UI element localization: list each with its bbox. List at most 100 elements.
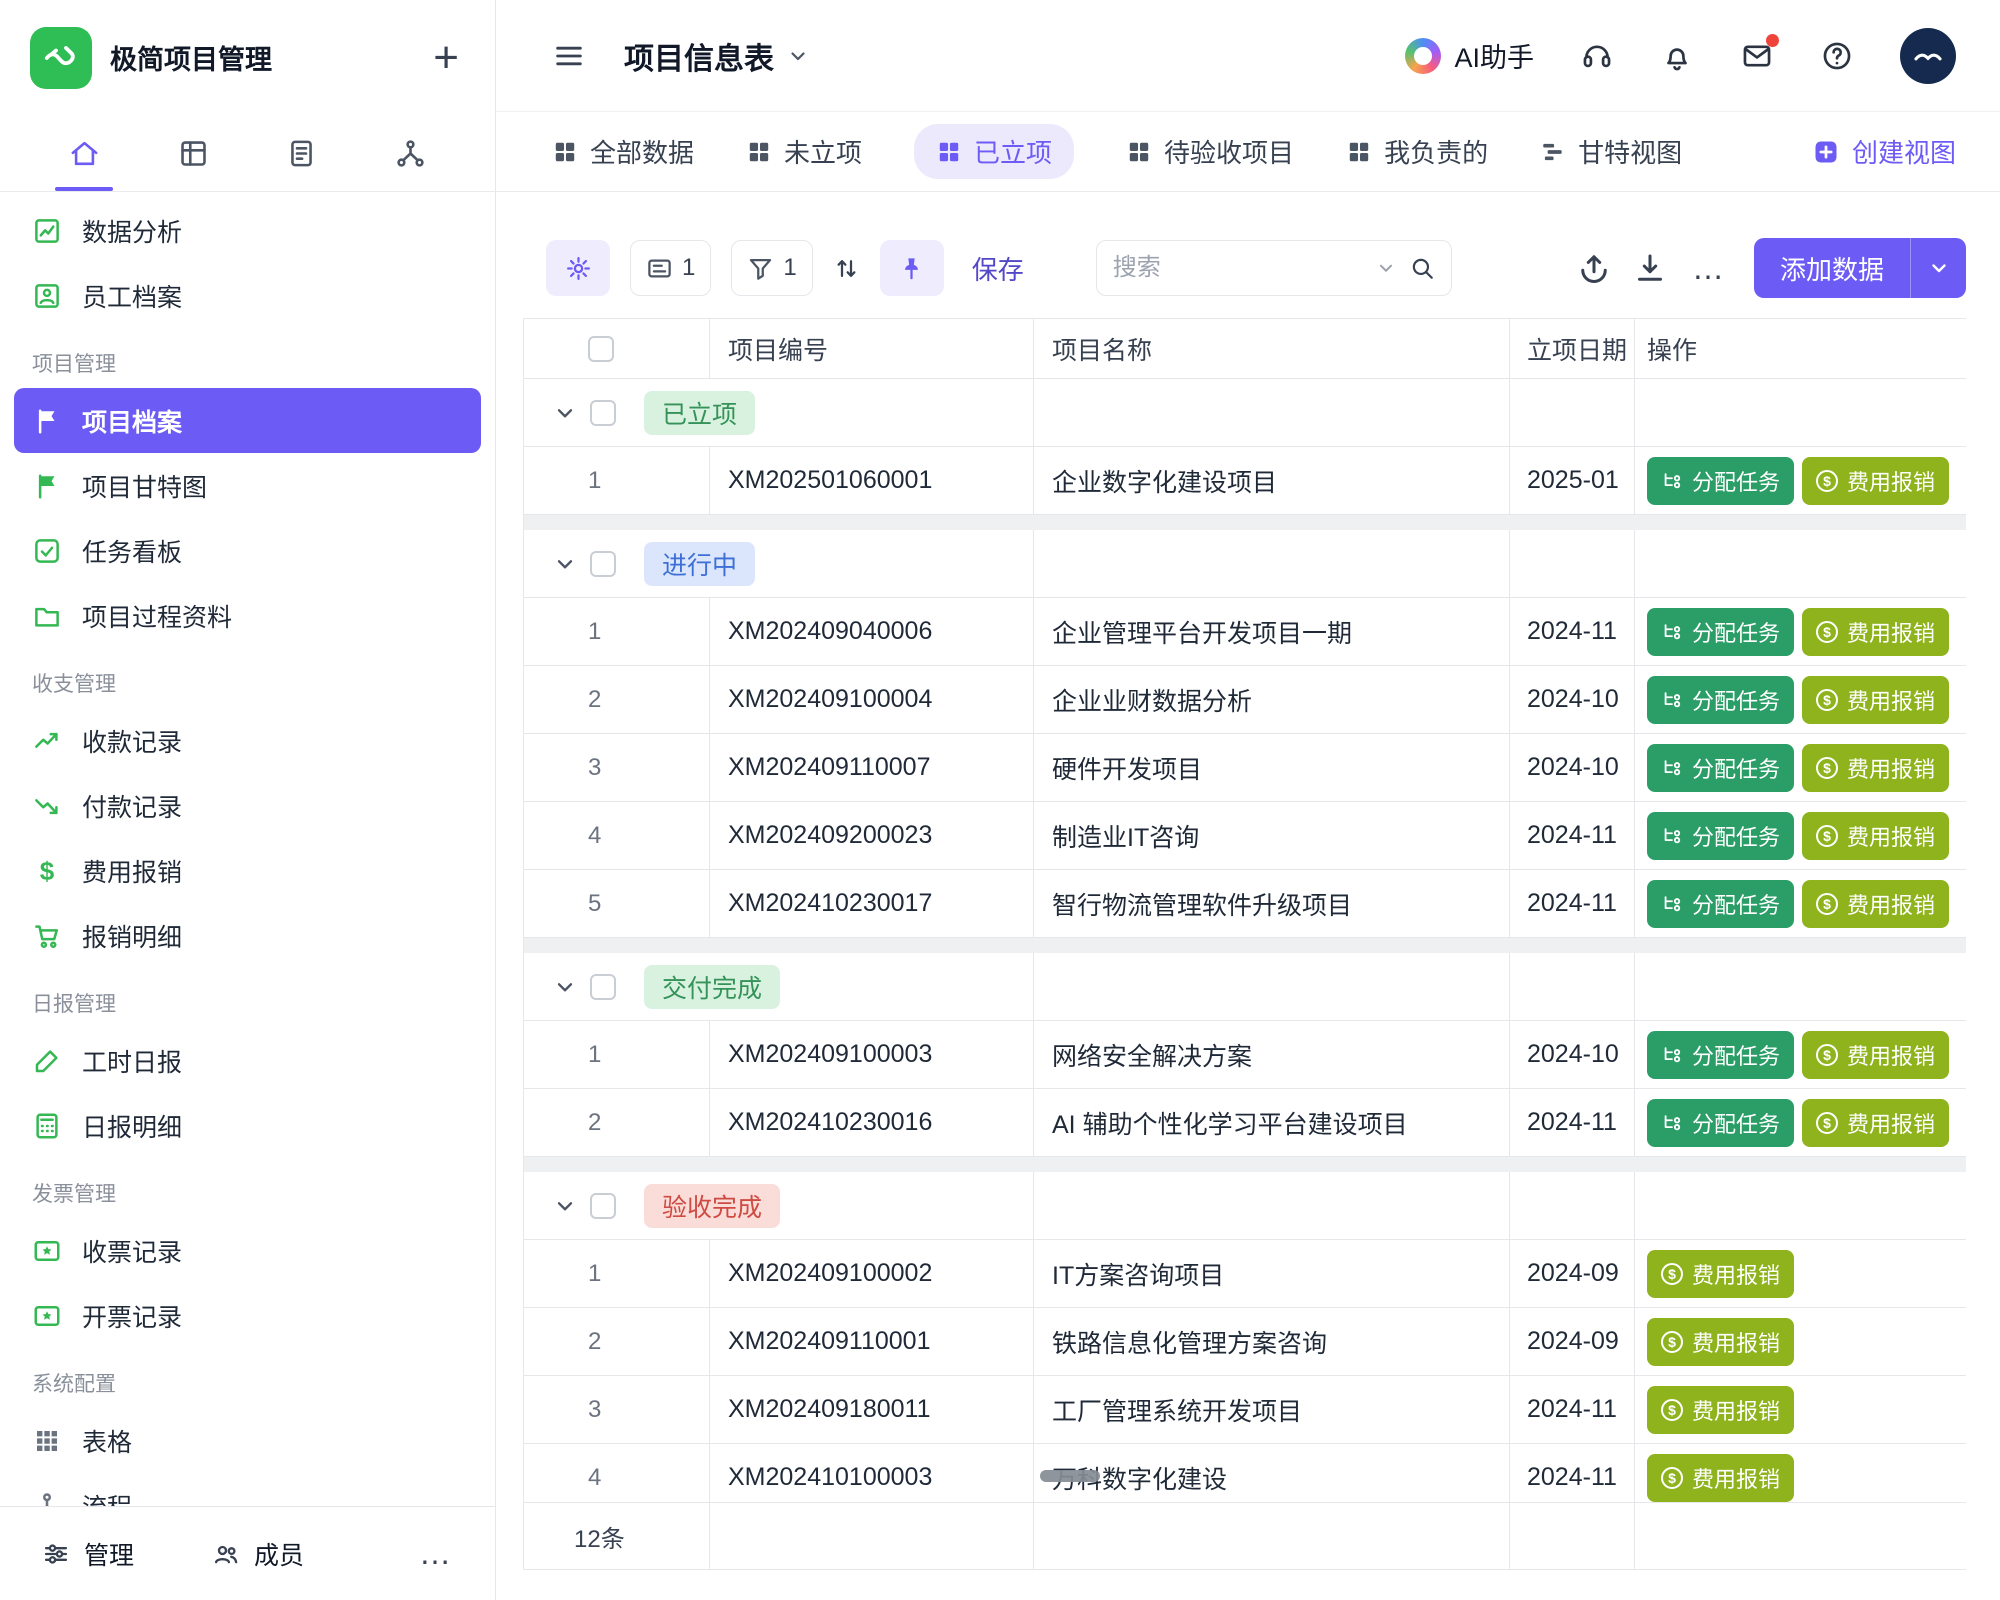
sidebar-item-label: 表格 — [82, 1423, 132, 1459]
group-collapse-chevron-icon[interactable] — [552, 1193, 578, 1219]
sidebar-item-label: 项目过程资料 — [82, 598, 232, 634]
group-collapse-chevron-icon[interactable] — [552, 974, 578, 1000]
expense-button[interactable]: $费用报销 — [1802, 608, 1949, 656]
view-tab[interactable]: 全部数据 — [552, 133, 694, 170]
expense-label: 费用报销 — [1847, 1107, 1935, 1139]
table-row[interactable]: 1XM202409100002IT方案咨询项目2024-09$费用报销 — [524, 1240, 1966, 1308]
view-tab[interactable]: 待验收项目 — [1126, 133, 1294, 170]
expense-button[interactable]: $费用报销 — [1647, 1250, 1794, 1298]
sidebar-item[interactable]: 项目过程资料 — [14, 583, 481, 648]
sort-button[interactable] — [833, 240, 860, 296]
assign-task-button[interactable]: 分配任务 — [1647, 880, 1794, 928]
sidebar-tab-doc[interactable] — [248, 115, 357, 191]
sidebar-tab-nodes[interactable] — [356, 115, 465, 191]
sidebar-item[interactable]: 日报明细 — [14, 1093, 481, 1158]
sidebar-item[interactable]: 报销明细 — [14, 903, 481, 968]
view-tab[interactable]: 未立项 — [746, 133, 862, 170]
help-button[interactable] — [1820, 39, 1854, 73]
sidebar-item[interactable]: 收款记录 — [14, 708, 481, 773]
field-config-button[interactable]: 1 — [630, 240, 711, 296]
members-button[interactable]: 成员 — [212, 1536, 304, 1572]
sidebar-more-button[interactable]: … — [419, 1535, 453, 1572]
group-checkbox[interactable] — [590, 1193, 616, 1219]
sidebar-item[interactable]: 流程 — [14, 1473, 481, 1506]
table-row[interactable]: 1XM202409100003网络安全解决方案2024-10分配任务$费用报销 — [524, 1021, 1966, 1089]
sidebar-item[interactable]: 员工档案 — [14, 263, 481, 328]
upload-button[interactable] — [1576, 250, 1612, 286]
sidebar-item[interactable]: $费用报销 — [14, 838, 481, 903]
expense-button[interactable]: $费用报销 — [1802, 1031, 1949, 1079]
group-collapse-chevron-icon[interactable] — [552, 551, 578, 577]
table-row[interactable]: 1XM202409040006企业管理平台开发项目一期2024-11分配任务$费… — [524, 598, 1966, 666]
table-row[interactable]: 3XM202409110007硬件开发项目2024-10分配任务$费用报销 — [524, 734, 1966, 802]
collapse-sidebar-button[interactable] — [552, 39, 586, 73]
assign-task-button[interactable]: 分配任务 — [1647, 608, 1794, 656]
group-checkbox[interactable] — [590, 974, 616, 1000]
expense-button[interactable]: $费用报销 — [1647, 1318, 1794, 1366]
sidebar-item[interactable]: 付款记录 — [14, 773, 481, 838]
horizontal-scrollbar[interactable] — [1040, 1470, 1100, 1482]
table-row[interactable]: 2XM202409110001铁路信息化管理方案咨询2024-09$费用报销 — [524, 1308, 1966, 1376]
add-data-caret[interactable] — [1910, 238, 1966, 298]
expense-button[interactable]: $费用报销 — [1647, 1454, 1794, 1502]
table-row[interactable]: 1XM202501060001企业数字化建设项目2025-01分配任务$费用报销 — [524, 447, 1966, 515]
view-tab[interactable]: 甘特视图 — [1540, 133, 1682, 170]
filter-button[interactable]: 1 — [731, 240, 812, 296]
create-view-button[interactable]: 创建视图 — [1812, 133, 1956, 170]
assign-task-button[interactable]: 分配任务 — [1647, 744, 1794, 792]
sidebar-item[interactable]: 收票记录 — [14, 1218, 481, 1283]
table-row[interactable]: 5XM202410230017智行物流管理软件升级项目2024-11分配任务$费… — [524, 870, 1966, 938]
expense-button[interactable]: $费用报销 — [1802, 880, 1949, 928]
download-button[interactable] — [1632, 250, 1668, 286]
view-tab[interactable]: 已立项 — [914, 124, 1074, 179]
group-collapse-chevron-icon[interactable] — [552, 400, 578, 426]
view-tab[interactable]: 我负责的 — [1346, 133, 1488, 170]
assign-task-button[interactable]: 分配任务 — [1647, 812, 1794, 860]
user-avatar[interactable] — [1900, 28, 1956, 84]
notifications-button[interactable] — [1660, 39, 1694, 73]
expense-button[interactable]: $费用报销 — [1802, 744, 1949, 792]
add-data-button[interactable]: 添加数据 — [1754, 238, 1966, 298]
expense-button[interactable]: $费用报销 — [1802, 457, 1949, 505]
expense-button[interactable]: $费用报销 — [1802, 1099, 1949, 1147]
ai-assistant-button[interactable]: AI助手 — [1405, 36, 1534, 75]
sidebar-item[interactable]: 表格 — [14, 1408, 481, 1473]
sidebar-item[interactable]: 任务看板 — [14, 518, 481, 583]
table-row[interactable]: 2XM202409100004企业业财数据分析2024-10分配任务$费用报销 — [524, 666, 1966, 734]
project-code-cell: XM202409100004 — [710, 666, 1034, 733]
sidebar-tab-table[interactable] — [139, 115, 248, 191]
table-title-dropdown[interactable]: 项目信息表 — [624, 34, 810, 78]
sidebar-item[interactable]: 项目甘特图 — [14, 453, 481, 518]
sidebar-item[interactable]: 工时日报 — [14, 1028, 481, 1093]
expense-button[interactable]: $费用报销 — [1802, 812, 1949, 860]
manage-button[interactable]: 管理 — [42, 1536, 134, 1572]
settings-button[interactable] — [546, 240, 610, 296]
group-checkbox[interactable] — [590, 400, 616, 426]
table-row[interactable]: 2XM202410230016AI 辅助个性化学习平台建设项目2024-11分配… — [524, 1089, 1966, 1157]
pin-button[interactable] — [880, 240, 944, 296]
sidebar-item[interactable]: 项目档案 — [14, 388, 481, 453]
expense-button[interactable]: $费用报销 — [1647, 1386, 1794, 1434]
assign-task-button[interactable]: 分配任务 — [1647, 457, 1794, 505]
group-checkbox[interactable] — [590, 551, 616, 577]
table-row[interactable]: 3XM202409180011工厂管理系统开发项目2024-11$费用报销 — [524, 1376, 1966, 1444]
search-scope-chevron-icon[interactable] — [1375, 257, 1397, 279]
sidebar-item[interactable]: 数据分析 — [14, 198, 481, 263]
expense-button[interactable]: $费用报销 — [1802, 676, 1949, 724]
assign-task-button[interactable]: 分配任务 — [1647, 1099, 1794, 1147]
toolbar-more-button[interactable]: … — [1688, 262, 1728, 275]
search-input[interactable] — [1113, 254, 1363, 282]
table-row[interactable]: 4XM202409200023制造业IT咨询2024-11分配任务$费用报销 — [524, 802, 1966, 870]
table-row[interactable]: 4XM202410100003万科数字化建设2024-11$费用报销 — [524, 1444, 1966, 1502]
sidebar-tab-home[interactable] — [30, 115, 139, 191]
add-app-button[interactable]: + — [427, 36, 465, 80]
search-icon[interactable] — [1409, 255, 1435, 281]
assign-task-icon — [1661, 1044, 1683, 1066]
save-button[interactable]: 保存 — [972, 250, 1024, 287]
select-all-checkbox[interactable] — [588, 336, 614, 362]
assign-task-button[interactable]: 分配任务 — [1647, 676, 1794, 724]
support-button[interactable] — [1580, 39, 1614, 73]
inbox-button[interactable] — [1740, 39, 1774, 73]
sidebar-item[interactable]: 开票记录 — [14, 1283, 481, 1348]
assign-task-button[interactable]: 分配任务 — [1647, 1031, 1794, 1079]
